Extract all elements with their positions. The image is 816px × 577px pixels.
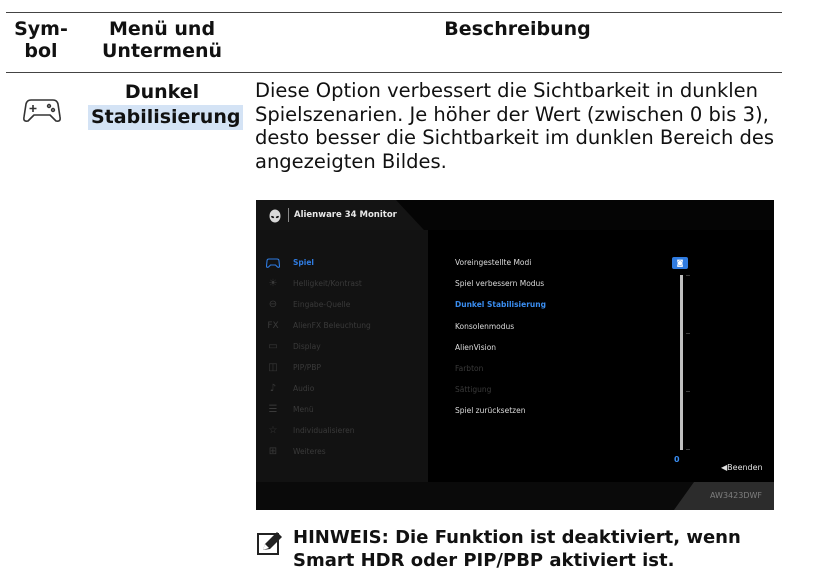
osd-menu-item-helligkeit[interactable]: ☀ Helligkeit/Kontrast <box>266 276 426 292</box>
osd-slider-fill <box>680 275 683 450</box>
osd-menu-label: Individualisieren <box>293 426 355 435</box>
header-symbol-line1: Sym- <box>14 18 68 40</box>
osd-menu-label: Spiel <box>293 258 314 267</box>
osd-screenshot: Alienware 34 Monitor Spiel ☀ Helligkeit/… <box>256 200 774 510</box>
others-icon: ⊞ <box>268 446 278 457</box>
osd-model-name: AW3423DWF <box>674 482 774 510</box>
gamepad-icon <box>266 256 280 270</box>
osd-submenu-dunkel-stabilisierung[interactable]: Dunkel Stabilisierung <box>455 298 546 312</box>
osd-slider-tick <box>686 275 690 276</box>
star-icon: ☆ <box>268 425 278 436</box>
osd-menu-label: AlienFX Beleuchtung <box>293 321 371 330</box>
alienfx-icon: FX <box>267 321 279 331</box>
osd-menu-label: Menü <box>293 405 314 414</box>
osd-menu-item-audio[interactable]: ♪ Audio <box>266 381 426 397</box>
osd-submenu-saettigung: Sättigung <box>455 385 492 394</box>
osd-submenu-spiel-zuruecksetzen[interactable]: Spiel zurücksetzen <box>455 404 525 418</box>
input-source-icon: ⊖ <box>268 299 278 310</box>
osd-bottombar: AW3423DWF <box>256 482 774 510</box>
osd-submenu-konsolenmodus[interactable]: Konsolenmodus <box>455 320 514 334</box>
osd-menu-label: Audio <box>293 384 315 393</box>
pip-pbp-icon: ◫ <box>268 362 278 373</box>
pencil-note-icon <box>257 531 283 555</box>
osd-menu-label: PIP/PBP <box>293 363 321 372</box>
osd-submenu-voreingestellte-modi[interactable]: Voreingestellte Modi <box>455 256 531 270</box>
row-menu-name: Dunkel Stabilisierung <box>88 80 244 130</box>
osd-slider-tick <box>686 449 690 450</box>
row-menu-line1: Dunkel <box>124 81 200 103</box>
table-top-rule <box>6 12 782 13</box>
gamepad-icon <box>22 93 62 125</box>
dark-stabilizer-icon: ◙ <box>672 257 688 269</box>
osd-slider-tick <box>686 391 690 392</box>
osd-menu-item-weiteres[interactable]: ⊞ Weiteres <box>266 444 426 460</box>
osd-menu-label: Eingabe-Quelle <box>293 300 351 309</box>
header-menu-line1: Menü und <box>108 18 216 40</box>
note-line1: HINWEIS: Die Funktion ist deaktiviert, w… <box>293 527 741 548</box>
row-menu-line2: Stabilisierung <box>88 105 244 130</box>
osd-submenu-farbton: Farbton <box>455 364 484 373</box>
header-menu-line2: Untermenü <box>101 40 223 62</box>
osd-menu-label: Helligkeit/Kontrast <box>293 279 362 288</box>
osd-menu-label: Display <box>293 342 321 351</box>
header-symbol-line2: bol <box>24 40 58 62</box>
osd-slider-tick <box>686 333 690 334</box>
brightness-icon: ☀ <box>268 278 278 289</box>
header-description: Beschreibung <box>255 18 780 40</box>
osd-title-tab: Alienware 34 Monitor <box>256 200 424 230</box>
osd-menu-item-pip-pbp[interactable]: ◫ PIP/PBP <box>266 360 426 376</box>
header-description-text: Beschreibung <box>444 18 591 40</box>
menu-icon: ☰ <box>268 404 278 415</box>
note-text: HINWEIS: Die Funktion ist deaktiviert, w… <box>293 526 788 572</box>
osd-menu-label: Weiteres <box>293 447 326 456</box>
header-symbol: Sym- bol <box>6 18 76 62</box>
audio-icon: ♪ <box>269 383 277 394</box>
osd-submenu-spiel-verbessern[interactable]: Spiel verbessern Modus <box>455 277 544 291</box>
osd-title-separator <box>288 208 289 222</box>
osd-slider-value: 0 <box>674 455 680 464</box>
osd-title: Alienware 34 Monitor <box>294 210 397 220</box>
note-line2: Smart HDR oder PIP/PBP aktiviert ist. <box>293 550 675 571</box>
alienware-logo-icon <box>268 208 282 223</box>
osd-submenu-alienvision[interactable]: AlienVision <box>455 341 496 355</box>
osd-topbar: Alienware 34 Monitor <box>256 200 774 230</box>
osd-menu-item-spiel[interactable]: Spiel <box>266 255 426 271</box>
osd-menu-item-display[interactable]: ▭ Display <box>266 339 426 355</box>
osd-menu-item-menu[interactable]: ☰ Menü <box>266 402 426 418</box>
table-header-rule <box>6 72 782 73</box>
row-description: Diese Option verbessert die Sichtbarkeit… <box>255 79 775 173</box>
display-icon: ▭ <box>268 341 278 352</box>
osd-main-menu: Spiel ☀ Helligkeit/Kontrast ⊖ Eingabe-Qu… <box>256 230 428 482</box>
osd-exit-button[interactable]: ◀Beenden <box>721 463 763 472</box>
osd-submenu: Voreingestellte Modi Spiel verbessern Mo… <box>428 230 774 482</box>
osd-menu-item-eingabe[interactable]: ⊖ Eingabe-Quelle <box>266 297 426 313</box>
osd-menu-item-individualisieren[interactable]: ☆ Individualisieren <box>266 423 426 439</box>
header-menu: Menü und Untermenü <box>88 18 236 62</box>
osd-menu-item-alienfx[interactable]: FX AlienFX Beleuchtung <box>266 318 426 334</box>
